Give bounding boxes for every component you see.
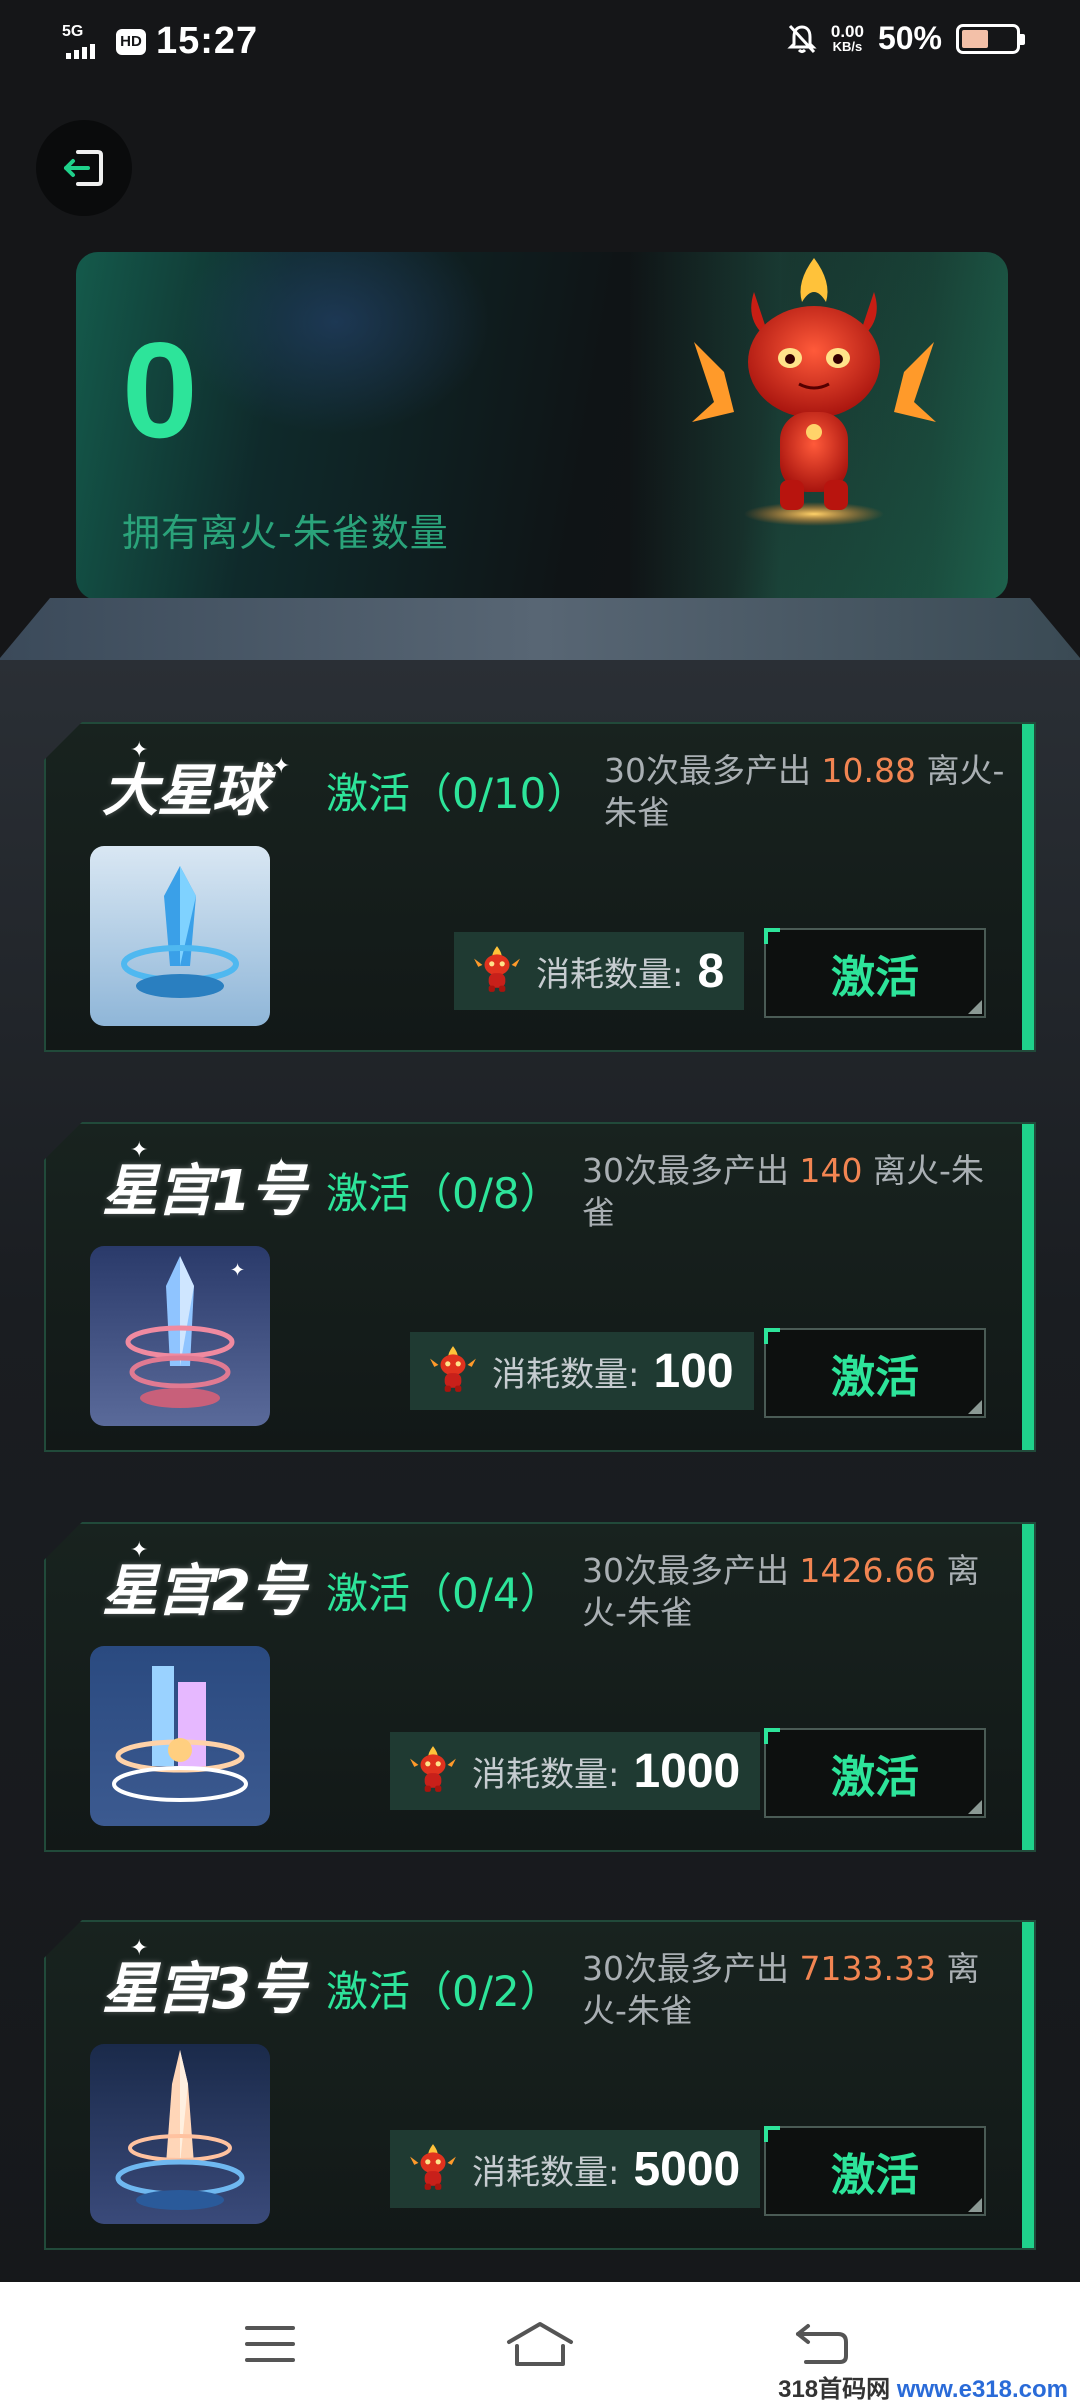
- cost-value: 1000: [633, 1744, 741, 1798]
- vermilion-bird-icon: [472, 944, 522, 998]
- exit-button[interactable]: [36, 120, 132, 216]
- sparkle-icon: ✦: [272, 1554, 291, 1579]
- activation-status: 激活（0/8）: [326, 1169, 562, 1218]
- activate-button[interactable]: 激活: [764, 2126, 986, 2216]
- cost-box: 消耗数量: 8: [454, 932, 745, 1010]
- output-description: 30次最多产出 10.88 离火-朱雀: [604, 751, 1005, 832]
- sparkle-icon: ✦: [272, 754, 291, 779]
- cost-value: 5000: [633, 2142, 741, 2196]
- activation-card: 大星球 ✦ ✦ 激活（0/10） 30次最多产出 10.88 离火-朱雀消耗数量: 8 激活: [44, 722, 1036, 1052]
- net-speed: 0.00 KB/s: [830, 21, 864, 54]
- hd-icon: HD: [116, 28, 146, 55]
- output-description: 30次最多产出 7133.33 离火-朱雀: [582, 1949, 980, 2030]
- mute-icon: [787, 24, 817, 53]
- activation-card: 星宫1号 ✦ ✦ 激活（0/8） 30次最多产出 140 离火-朱雀 ✦ 消耗数量: 100 激…: [44, 1122, 1036, 1452]
- output-amount: 1426.66: [799, 1551, 936, 1590]
- vermilion-bird-icon: [428, 1344, 478, 1398]
- owned-count-banner: 0 拥有离火-朱雀数量: [76, 252, 1008, 600]
- back-icon: [796, 2324, 848, 2364]
- star-palace-image: ✦: [90, 1246, 270, 1426]
- star-palace-image: [90, 2044, 270, 2224]
- sparkle-icon: ✦: [272, 1952, 291, 1977]
- vermilion-bird-mascot-image: [692, 258, 936, 526]
- sparkle-icon: ✦: [130, 738, 149, 763]
- sparkle-icon: ✦: [130, 1138, 149, 1163]
- star-palace-image: [90, 1646, 270, 1826]
- cost-box: 消耗数量: 100: [410, 1332, 754, 1410]
- home-button[interactable]: [500, 2312, 580, 2376]
- activate-button[interactable]: 激活: [764, 928, 986, 1018]
- system-nav-bar: 318首码网 www.e318.com: [0, 2282, 1080, 2408]
- clock: 15:27: [156, 20, 259, 62]
- status-bar: 5G HD 15:27 0.00 KB/s 50%: [0, 0, 1080, 84]
- activation-status: 激活（0/4）: [326, 1569, 562, 1618]
- activate-button[interactable]: 激活: [764, 1328, 986, 1418]
- cost-value: 8: [697, 944, 725, 998]
- output-description: 30次最多产出 140 离火-朱雀: [582, 1151, 984, 1232]
- cost-box: 消耗数量: 1000: [390, 1732, 761, 1810]
- vermilion-bird-icon: [408, 1744, 458, 1798]
- owned-count: 0: [122, 314, 198, 466]
- back-button[interactable]: [782, 2312, 862, 2376]
- star-palace-image: [90, 846, 270, 1026]
- cost-label: 消耗数量:: [492, 1354, 640, 1395]
- home-icon: [507, 2322, 573, 2366]
- output-amount: 7133.33: [799, 1949, 936, 1988]
- cost-label: 消耗数量:: [472, 2152, 620, 2193]
- menu-icon: [245, 2326, 295, 2362]
- sparkle-icon: ✦: [272, 1154, 291, 1179]
- output-description: 30次最多产出 1426.66 离火-朱雀: [582, 1551, 980, 1632]
- exit-icon: [64, 150, 103, 186]
- activation-card: 星宫2号 ✦ ✦ 激活（0/4） 30次最多产出 1426.66 离火-朱雀 消耗数量: 1…: [44, 1522, 1036, 1852]
- activate-button[interactable]: 激活: [764, 1728, 986, 1818]
- battery-icon: [956, 23, 1025, 54]
- output-amount: 140: [799, 1151, 863, 1190]
- signal-icon: 5G: [62, 23, 106, 59]
- cost-label: 消耗数量:: [472, 1754, 620, 1795]
- watermark: 318首码网 www.e318.com: [778, 2376, 1068, 2403]
- output-amount: 10.88: [821, 751, 916, 790]
- menu-button[interactable]: [230, 2312, 310, 2376]
- vermilion-bird-icon: [408, 2142, 458, 2196]
- owned-count-label: 拥有离火-朱雀数量: [122, 511, 449, 555]
- sparkle-icon: ✦: [130, 1538, 149, 1563]
- activation-status: 激活（0/2）: [326, 1967, 562, 2016]
- activation-status: 激活（0/10）: [326, 769, 589, 818]
- cost-label: 消耗数量:: [536, 954, 684, 995]
- sparkle-icon: ✦: [130, 1936, 149, 1961]
- card-title: 大星球: [102, 759, 268, 824]
- cost-box: 消耗数量: 5000: [390, 2130, 761, 2208]
- cost-value: 100: [653, 1344, 734, 1398]
- activation-card: 星宫3号 ✦ ✦ 激活（0/2） 30次最多产出 7133.33 离火-朱雀 消耗数量: 5…: [44, 1920, 1036, 2250]
- svg-text:✦: ✦: [230, 1260, 245, 1281]
- battery-percent: 50%: [877, 20, 942, 56]
